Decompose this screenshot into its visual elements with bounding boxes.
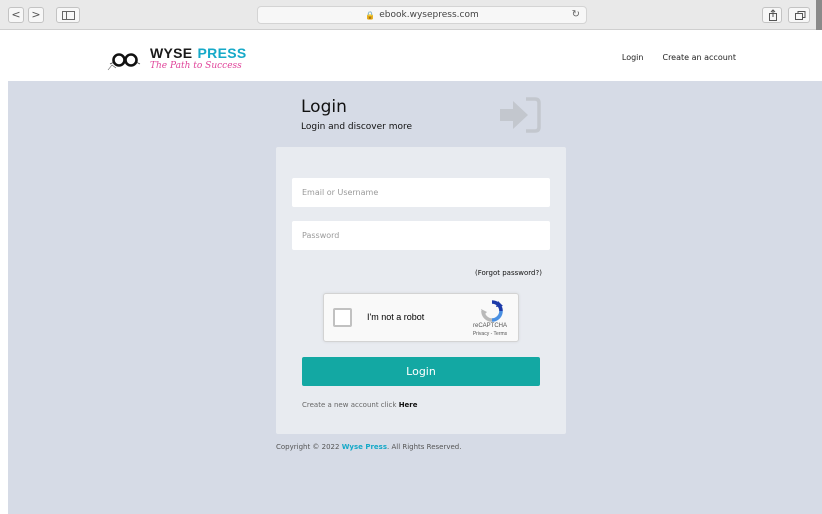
header-nav: Login Create an account — [622, 53, 736, 62]
tabs-icon — [795, 11, 806, 20]
recaptcha-widget: I'm not a robot reCAPTCHA Privacy - Term… — [323, 293, 519, 342]
copyright-brand-link[interactable]: Wyse Press — [342, 443, 387, 451]
site-header: WYSE PRESS The Path to Success Login Cre… — [0, 31, 822, 81]
recaptcha-links[interactable]: Privacy - Terms — [464, 331, 516, 337]
share-button[interactable] — [762, 7, 782, 23]
nav-create-account-link[interactable]: Create an account — [662, 53, 736, 62]
copyright-prefix: Copyright © 2022 — [276, 443, 340, 451]
address-bar[interactable]: 🔒 ebook.wysepress.com ↻ — [257, 6, 587, 24]
sidebar-icon — [62, 11, 75, 20]
tagline: The Path to Success — [150, 61, 242, 71]
owl-eyes-icon — [106, 44, 144, 72]
history-nav: < > — [8, 7, 44, 23]
copyright-suffix: . All Rights Reserved. — [387, 443, 462, 451]
logo-text: WYSE PRESS The Path to Success — [150, 45, 247, 71]
captcha-label: I'm not a robot — [367, 312, 425, 322]
lock-icon: 🔒 — [365, 10, 376, 20]
recaptcha-brand: reCAPTCHA — [472, 323, 507, 329]
forward-button[interactable]: > — [28, 7, 44, 23]
brand-name-part2: PRESS — [197, 45, 247, 61]
brand-name-part1: WYSE — [150, 45, 193, 61]
captcha-checkbox[interactable] — [333, 308, 352, 327]
password-field[interactable] — [292, 221, 550, 250]
create-account-text: Create a new account click — [302, 401, 397, 409]
email-field[interactable] — [292, 178, 550, 207]
sidebar-toggle-button[interactable] — [56, 7, 80, 23]
tabs-button[interactable] — [788, 7, 810, 23]
browser-toolbar: < > 🔒 ebook.wysepress.com ↻ — [0, 0, 822, 30]
url-text: ebook.wysepress.com — [379, 10, 479, 20]
share-icon — [769, 9, 777, 21]
nav-login-link[interactable]: Login — [622, 53, 644, 62]
login-button[interactable]: Login — [302, 357, 540, 386]
sign-in-arrow-icon — [498, 96, 542, 138]
page-title: Login — [301, 97, 347, 117]
reload-icon[interactable]: ↻ — [572, 9, 580, 20]
forgot-password-link[interactable]: (Forgot password?) — [475, 269, 542, 277]
back-button[interactable]: < — [8, 7, 24, 23]
window-edge — [816, 0, 822, 30]
logo[interactable]: WYSE PRESS The Path to Success — [106, 43, 247, 73]
create-account-here-link[interactable]: Here — [399, 401, 418, 409]
page-subtitle: Login and discover more — [301, 122, 413, 132]
create-account-line: Create a new account click Here — [302, 401, 418, 409]
copyright: Copyright © 2022 Wyse Press. All Rights … — [276, 443, 461, 451]
